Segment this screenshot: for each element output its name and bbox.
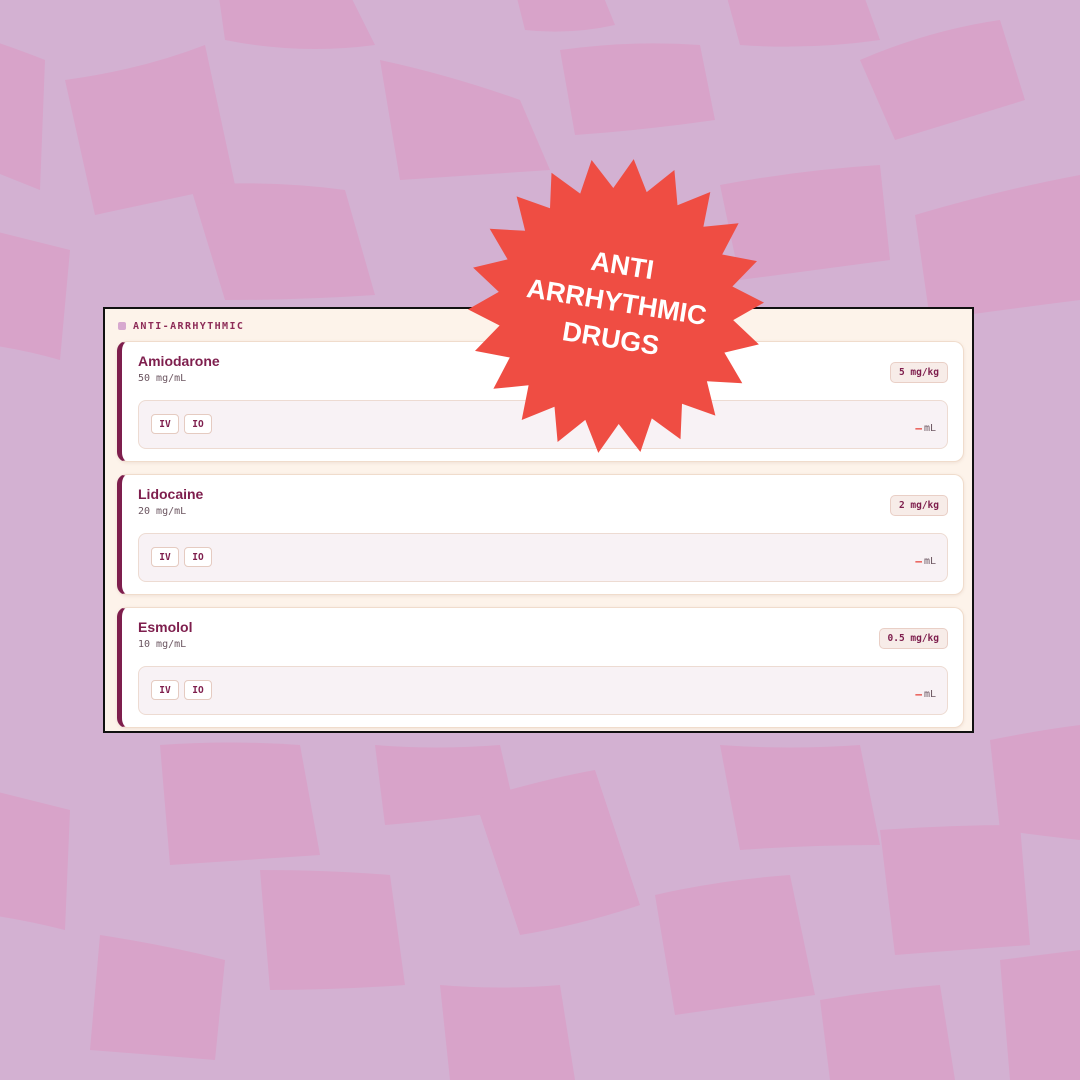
volume-result: — mL — [915, 555, 936, 568]
section-label: ANTI-ARRHYTHMIC — [133, 320, 245, 332]
dose-badge: 2 mg/kg — [889, 495, 948, 516]
route-group: IV IO — [151, 680, 212, 700]
volume-unit: mL — [923, 423, 936, 434]
route-io-button[interactable]: IO — [184, 414, 212, 434]
drug-name: Esmolol — [138, 619, 193, 635]
drug-name: Lidocaine — [138, 486, 204, 502]
dose-badge: 5 mg/kg — [889, 362, 948, 383]
dose-badge: 0.5 mg/kg — [878, 628, 948, 649]
drug-concentration: 50 mg/mL — [138, 373, 187, 384]
volume-result: — mL — [915, 422, 936, 435]
drug-concentration: 10 mg/mL — [138, 639, 187, 650]
route-iv-button[interactable]: IV — [151, 680, 179, 700]
route-iv-button[interactable]: IV — [151, 414, 179, 434]
volume-result: — mL — [915, 688, 936, 701]
volume-value: — — [915, 555, 922, 568]
drug-name: Amiodarone — [138, 353, 220, 369]
route-io-button[interactable]: IO — [184, 680, 212, 700]
route-group: IV IO — [151, 547, 212, 567]
route-group: IV IO — [151, 414, 212, 434]
volume-unit: mL — [923, 556, 936, 567]
drug-card-lidocaine: Lidocaine 20 mg/mL 2 mg/kg IV IO — mL — [117, 474, 964, 595]
volume-value: — — [915, 422, 922, 435]
route-iv-button[interactable]: IV — [151, 547, 179, 567]
starburst-badge-icon: ANTI ARRHYTHMIC DRUGS — [468, 159, 764, 453]
volume-value: — — [915, 688, 922, 701]
section-header: ANTI-ARRHYTHMIC — [118, 320, 244, 332]
dose-calculator-row: IV IO — mL — [138, 533, 948, 582]
dose-calculator-row: IV IO — mL — [138, 666, 948, 715]
drug-card-esmolol: Esmolol 10 mg/mL 0.5 mg/kg IV IO — mL — [117, 607, 964, 728]
volume-unit: mL — [923, 689, 936, 700]
route-io-button[interactable]: IO — [184, 547, 212, 567]
square-dot-icon — [118, 322, 126, 330]
drug-concentration: 20 mg/mL — [138, 506, 187, 517]
